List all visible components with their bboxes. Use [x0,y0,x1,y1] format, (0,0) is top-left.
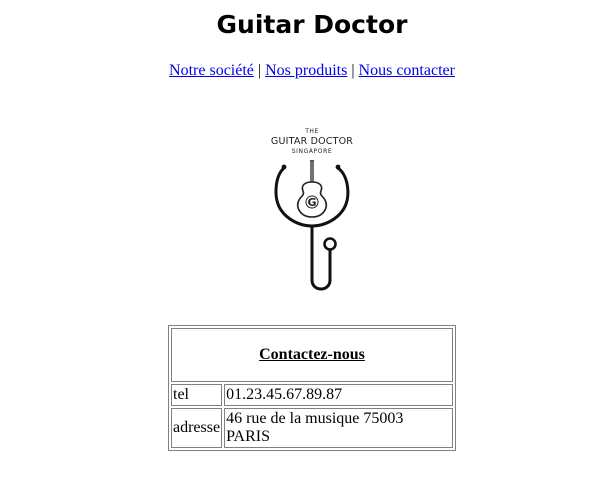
contact-label-adresse: adresse [171,408,223,448]
contact-label-tel: tel [171,384,223,406]
page-title: Guitar Doctor [216,10,408,39]
nav-link-nous-contacter[interactable]: Nous contacter [359,62,455,79]
contact-heading: Contactez-nous [171,328,453,382]
nav-separator: | [351,62,355,79]
logo-line-the: THE [305,128,319,135]
guitar-doctor-logo: THE GUITAR DOCTOR SINGAPORE G [259,126,365,296]
table-row: tel 01.23.45.67.89.87 [171,384,453,406]
main-nav: Notre société | Nos produits | Nous cont… [0,62,614,80]
stethoscope-guitar-icon: G [274,160,350,291]
contact-table: Contactez-nous tel 01.23.45.67.89.87 adr… [168,325,456,451]
logo-line-name: GUITAR DOCTOR [270,136,354,147]
contact-value-adresse: 46 rue de la musique 75003 PARIS [224,408,453,448]
table-row: adresse 46 rue de la musique 75003 PARIS [171,408,453,448]
logo-letter: G [307,196,316,209]
logo-line-city: SINGAPORE [291,148,333,155]
contact-value-tel: 01.23.45.67.89.87 [224,384,453,406]
nav-link-notre-societe[interactable]: Notre société [169,62,254,79]
nav-link-nos-produits[interactable]: Nos produits [265,62,347,79]
nav-separator: | [257,62,262,79]
